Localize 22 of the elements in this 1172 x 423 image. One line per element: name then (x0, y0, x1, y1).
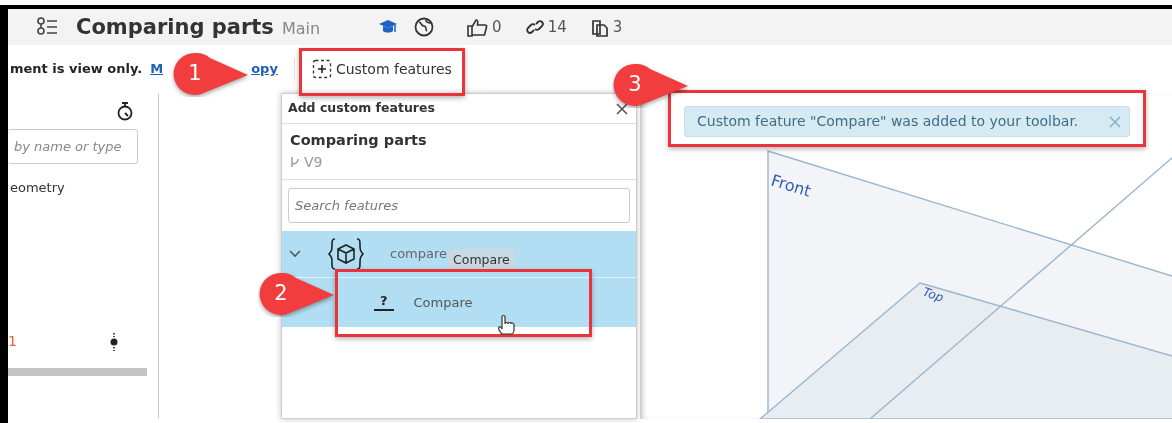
error-count: 1 (8, 332, 17, 351)
document-name: Comparing parts (290, 131, 428, 150)
feature-label: Compare (413, 293, 473, 312)
like-count: 0 (492, 16, 502, 38)
tooltip: Compare (448, 248, 515, 272)
make-copy-link[interactable]: opy (251, 59, 278, 79)
search-field[interactable]: Search features (288, 187, 630, 223)
custom-features-button[interactable]: Custom features (310, 57, 453, 81)
document-title: Comparing parts (76, 13, 274, 41)
make-copy-link[interactable]: M (150, 59, 164, 79)
notification-message: Custom feature "Compare" was added to your toolbar. (697, 112, 1079, 131)
branch-label: Main (281, 17, 321, 40)
dialog-title: Add custom features (288, 99, 435, 118)
view-only-notice: ment is view only. (10, 60, 143, 79)
feature-folder-label: compare (390, 245, 448, 263)
version-label: V9 (304, 152, 323, 172)
top-plane: Top (758, 282, 1172, 419)
search-field[interactable]: by name or type (8, 129, 138, 164)
feature-tree-row[interactable]: compare Compare (282, 230, 636, 277)
copy-count: 3 (612, 16, 623, 38)
link-count: 14 (547, 16, 567, 38)
feature-list-item[interactable]: eometry (10, 178, 65, 198)
